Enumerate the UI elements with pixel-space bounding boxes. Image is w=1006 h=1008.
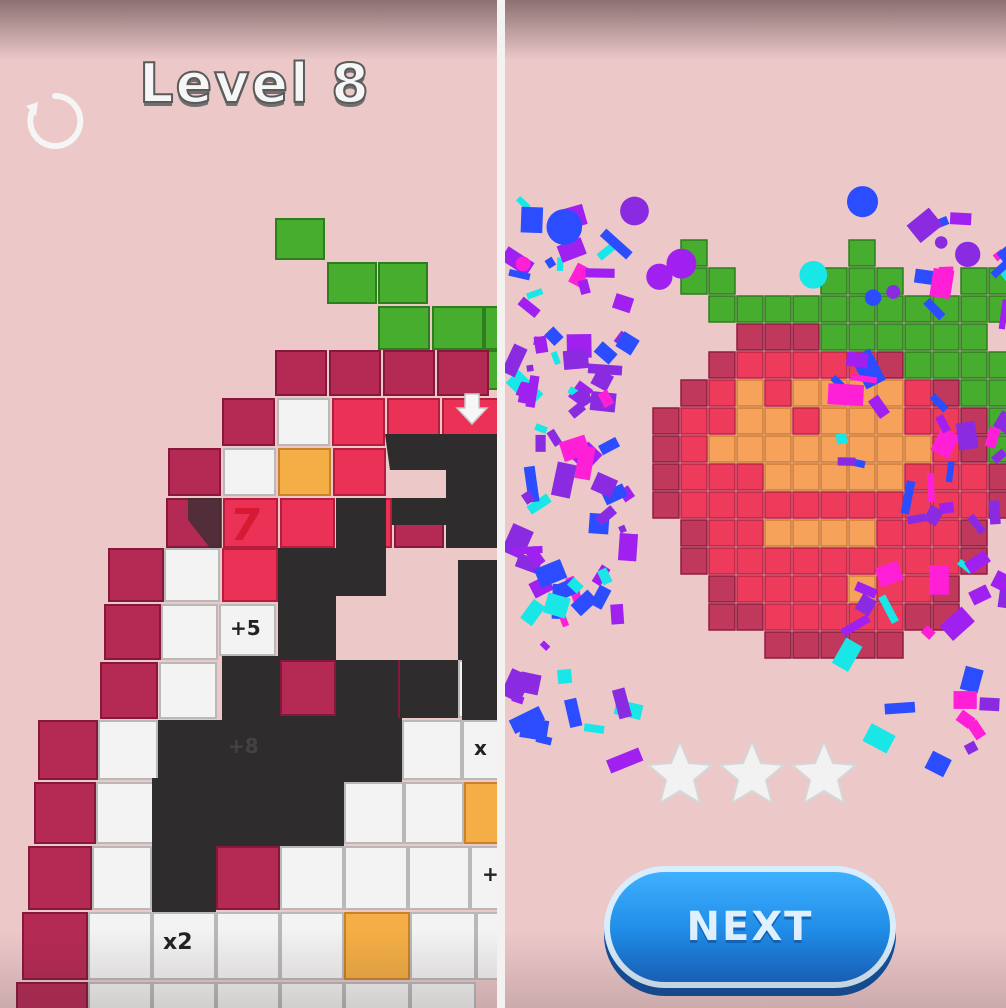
confetti-piece — [515, 256, 531, 272]
confetti-piece — [526, 364, 534, 372]
confetti-piece — [577, 278, 591, 296]
confetti-piece — [587, 363, 623, 376]
confetti-piece — [610, 603, 625, 625]
confetti-piece — [553, 223, 568, 237]
confetti-piece — [938, 266, 954, 276]
confetti-piece — [520, 206, 544, 234]
confetti-piece — [562, 349, 590, 370]
confetti-piece — [923, 297, 946, 321]
confetti-piece — [929, 565, 949, 595]
confetti-piece — [968, 584, 992, 606]
confetti-piece — [949, 212, 972, 226]
confetti-piece — [867, 394, 890, 419]
confetti-piece — [846, 186, 879, 218]
confetti-piece — [967, 513, 987, 535]
bonus-faded-label: +8 — [228, 734, 259, 758]
confetti-piece — [864, 289, 882, 306]
confetti-piece — [827, 383, 865, 406]
confetti-piece — [924, 750, 952, 778]
confetti-piece — [598, 436, 621, 456]
confetti-piece — [837, 457, 856, 466]
confetti-piece — [955, 420, 979, 451]
bonus-edge-plus-label: + — [482, 862, 497, 886]
confetti-piece — [886, 284, 901, 299]
confetti-piece — [945, 461, 955, 483]
next-button[interactable]: NEXT — [610, 872, 890, 982]
confetti-piece — [517, 671, 542, 696]
confetti-piece — [906, 513, 927, 525]
confetti-piece — [884, 701, 916, 715]
confetti-piece — [618, 524, 627, 534]
confetti-piece — [862, 723, 896, 754]
confetti-piece — [526, 288, 544, 300]
confetti-piece — [935, 414, 951, 434]
confetti-piece — [840, 614, 871, 637]
confetti-piece — [998, 299, 1006, 330]
confetti-piece — [585, 268, 615, 278]
confetti-piece — [611, 293, 635, 314]
panel-divider — [497, 0, 505, 1008]
confetti-piece — [926, 473, 936, 503]
confetti-piece — [939, 606, 975, 641]
level-complete-panel: NEXT — [505, 0, 1006, 1008]
confetti-piece — [557, 668, 573, 685]
confetti-piece — [835, 432, 848, 445]
confetti-piece — [900, 480, 916, 515]
restart-icon[interactable] — [22, 88, 88, 154]
bonus-plus5-label: +5 — [230, 616, 261, 640]
next-button-label: NEXT — [686, 904, 814, 950]
confetti-piece — [539, 640, 551, 652]
star-rating — [645, 738, 865, 818]
confetti-piece — [963, 740, 979, 755]
confetti-piece — [550, 351, 561, 366]
level-title: Level 8 — [138, 51, 371, 116]
confetti-piece — [593, 341, 618, 365]
confetti-piece — [646, 263, 673, 290]
confetti-piece — [831, 637, 863, 672]
star-icon — [719, 741, 785, 804]
gameplay-panel: +5 x2 +8 x + 7 Level 8 — [0, 0, 497, 1008]
confetti-piece — [533, 336, 546, 347]
confetti-piece — [878, 594, 899, 624]
confetti-piece — [979, 697, 1000, 712]
confetti-piece — [520, 598, 546, 627]
confetti-piece — [955, 241, 981, 268]
confetti-piece — [845, 351, 869, 369]
star-icon — [647, 741, 713, 804]
bonus-edge-x-label: x — [474, 736, 487, 760]
confetti-piece — [991, 448, 1006, 465]
confetti-piece — [550, 461, 577, 499]
confetti-piece — [544, 256, 557, 269]
confetti-piece — [920, 625, 936, 640]
confetti-piece — [988, 500, 1001, 525]
confetti-piece — [984, 426, 1001, 449]
arrow-down-icon — [455, 393, 489, 426]
confetti-piece — [535, 434, 546, 452]
star-icon — [791, 741, 857, 804]
confetti-piece — [620, 196, 649, 226]
confetti — [505, 186, 1006, 778]
confetti-piece — [563, 697, 583, 729]
confetti-piece — [929, 393, 949, 413]
confetti-piece — [874, 560, 904, 588]
confetti-piece — [617, 532, 639, 562]
confetti-piece — [934, 236, 948, 249]
bonus-x2-label: x2 — [163, 930, 193, 955]
confetti-piece — [959, 665, 984, 694]
confetti-piece — [583, 723, 605, 734]
confetti-piece — [605, 747, 644, 774]
confetti-piece — [534, 423, 548, 434]
confetti-piece — [953, 691, 977, 709]
confetti-piece — [799, 260, 828, 289]
confetti-piece — [535, 734, 553, 746]
confetti-piece — [505, 343, 528, 378]
confetti-piece — [544, 326, 564, 347]
confetti-piece — [517, 296, 541, 318]
confetti-piece — [990, 570, 1006, 592]
